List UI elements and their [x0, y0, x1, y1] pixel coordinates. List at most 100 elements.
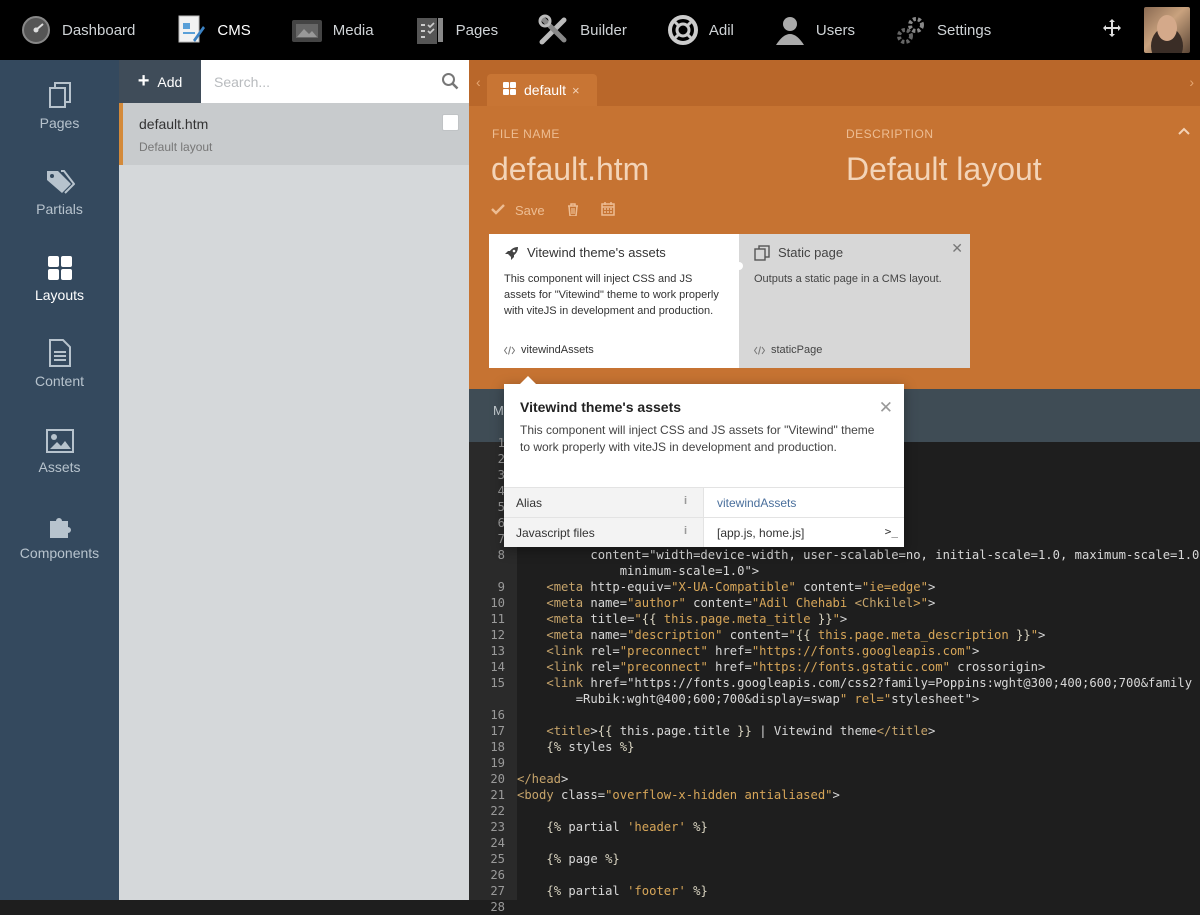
nav-builder-label: Builder — [580, 21, 627, 39]
tab-default[interactable]: default × — [487, 74, 597, 106]
search-icon[interactable] — [441, 72, 459, 95]
code-text: <meta title="{{ this.page.meta_title }}"… — [546, 612, 848, 626]
delete-button[interactable] — [567, 202, 579, 219]
code-line: minimum-scale=1.0"> — [469, 563, 1200, 579]
code-line: 15 <link href="https://fonts.googleapis.… — [469, 675, 1200, 691]
sidebar-item-layouts[interactable]: Layouts — [0, 232, 119, 318]
code-text: <link rel="preconnect" href="https://fon… — [546, 660, 1046, 674]
line-number: 12 — [490, 628, 505, 642]
nav-adil[interactable]: Adil — [647, 0, 754, 60]
sidebar-item-assets[interactable]: Assets — [0, 404, 119, 490]
close-tab-icon[interactable]: × — [572, 83, 580, 98]
line-number: 9 — [497, 580, 505, 594]
code-line: 16 — [469, 707, 1200, 723]
nav-pages-label: Pages — [455, 21, 499, 39]
component-card-staticpage[interactable]: Static page Outputs a static page in a C… — [739, 234, 970, 368]
info-icon[interactable]: i — [684, 495, 687, 507]
line-number: 10 — [490, 596, 505, 610]
add-button[interactable]: + Add — [119, 60, 201, 103]
info-icon[interactable]: i — [684, 525, 687, 537]
nav-settings-label: Settings — [937, 21, 992, 39]
code-line: 22 — [469, 803, 1200, 819]
code-line: 14 <link rel="preconnect" href="https://… — [469, 659, 1200, 675]
puzzle-icon — [47, 505, 73, 539]
line-number: 6 — [497, 516, 505, 530]
search-input[interactable] — [201, 60, 469, 103]
tab-markup[interactable]: M — [493, 403, 504, 418]
nav-builder[interactable]: Builder — [518, 0, 647, 60]
close-icon[interactable]: ✕ — [879, 398, 893, 418]
calendar-button[interactable] — [600, 202, 615, 219]
file-name-field[interactable]: default.htm — [491, 151, 649, 188]
line-number: 26 — [490, 868, 505, 882]
line-number: 17 — [490, 724, 505, 738]
line-number: 5 — [497, 500, 505, 514]
sidebar-item-label: Assets — [38, 459, 81, 475]
nav-dashboard[interactable]: Dashboard — [0, 0, 155, 60]
code-line: 20 </head> — [469, 771, 1200, 787]
sidebar-item-pages[interactable]: Pages — [0, 60, 119, 146]
line-number: 19 — [490, 756, 505, 770]
code-line: 26 — [469, 867, 1200, 883]
save-label: Save — [515, 203, 545, 218]
description-field[interactable]: Default layout — [846, 151, 1042, 188]
code-text: <link href="https://fonts.googleapis.com… — [546, 676, 1193, 690]
line-number: 15 — [490, 676, 505, 690]
nav-settings[interactable]: Settings — [875, 0, 1011, 60]
list-item-checkbox[interactable] — [442, 114, 459, 131]
component-card-vitewind[interactable]: Vitewind theme's assets This component w… — [489, 234, 739, 368]
line-number: 16 — [490, 708, 505, 722]
tab-scroll-left-icon[interactable]: ‹ — [476, 74, 481, 90]
list-toolbar: + Add — [119, 60, 469, 103]
code-line: 18 {% styles %} — [469, 739, 1200, 755]
list-item-subtitle: Default layout — [139, 140, 213, 154]
grid-icon — [47, 247, 73, 281]
tags-icon — [45, 161, 75, 195]
property-row-alias: Alias i vitewindAssets — [504, 487, 904, 517]
remove-component-icon[interactable]: ✕ — [951, 240, 963, 256]
code-line: =Rubik:wght@400;600;700&display=swap" re… — [469, 691, 1200, 707]
save-button[interactable]: Save — [491, 203, 545, 218]
list-item[interactable]: default.htm Default layout — [119, 103, 469, 165]
code-line: 12 <meta name="description" content="{{ … — [469, 627, 1200, 643]
sidebar-item-label: Pages — [39, 115, 80, 131]
sidebar-item-content[interactable]: Content — [0, 318, 119, 404]
nav-media[interactable]: Media — [271, 0, 394, 60]
code-icon — [754, 345, 765, 355]
nav-right-group — [1102, 0, 1200, 60]
collapse-chevron-icon[interactable] — [1178, 122, 1190, 140]
line-number: 2 — [497, 452, 505, 466]
code-text: {% page %} — [546, 852, 620, 866]
lifebuoy-icon — [667, 14, 699, 46]
component-title-text: Vitewind theme's assets — [527, 245, 666, 260]
nav-users-label: Users — [815, 21, 856, 39]
sidebar-item-components[interactable]: Components — [0, 490, 119, 576]
nav-cms[interactable]: CMS — [155, 0, 270, 60]
sidebar-item-partials[interactable]: Partials — [0, 146, 119, 232]
nav-pages[interactable]: Pages — [394, 0, 519, 60]
property-name: Javascript files — [504, 518, 704, 547]
code-line: 8 content="width=device-width, user-scal… — [469, 547, 1200, 563]
line-number: 28 — [490, 900, 505, 914]
code-line: 11 <meta title="{{ this.page.meta_title … — [469, 611, 1200, 627]
code-text: minimum-scale=1.0"> — [517, 564, 760, 578]
drag-handle[interactable] — [735, 262, 743, 270]
description-label: DESCRIPTION — [846, 127, 934, 141]
form-toolbar: Save — [491, 202, 637, 219]
sidebar-item-label: Components — [19, 545, 100, 561]
tab-scroll-right-icon[interactable]: › — [1189, 74, 1194, 90]
plus-icon: + — [137, 70, 150, 92]
code-text: <meta http-equiv="X-UA-Compatible" conte… — [546, 580, 936, 594]
component-alias-text: staticPage — [771, 344, 823, 356]
calendar-icon — [600, 202, 615, 219]
terminal-icon[interactable]: >_ — [885, 525, 898, 538]
nav-users[interactable]: Users — [754, 0, 875, 60]
settings-icon — [895, 14, 927, 46]
javascript-files-input[interactable]: [app.js, home.js] — [704, 518, 904, 547]
code-text: <meta name="author" content="Adil Chehab… — [546, 596, 936, 610]
alias-input[interactable]: vitewindAssets — [704, 488, 904, 517]
avatar[interactable] — [1144, 7, 1190, 53]
code-line: 28 — [469, 899, 1200, 915]
move-icon[interactable] — [1102, 18, 1122, 43]
line-number: 23 — [490, 820, 505, 834]
